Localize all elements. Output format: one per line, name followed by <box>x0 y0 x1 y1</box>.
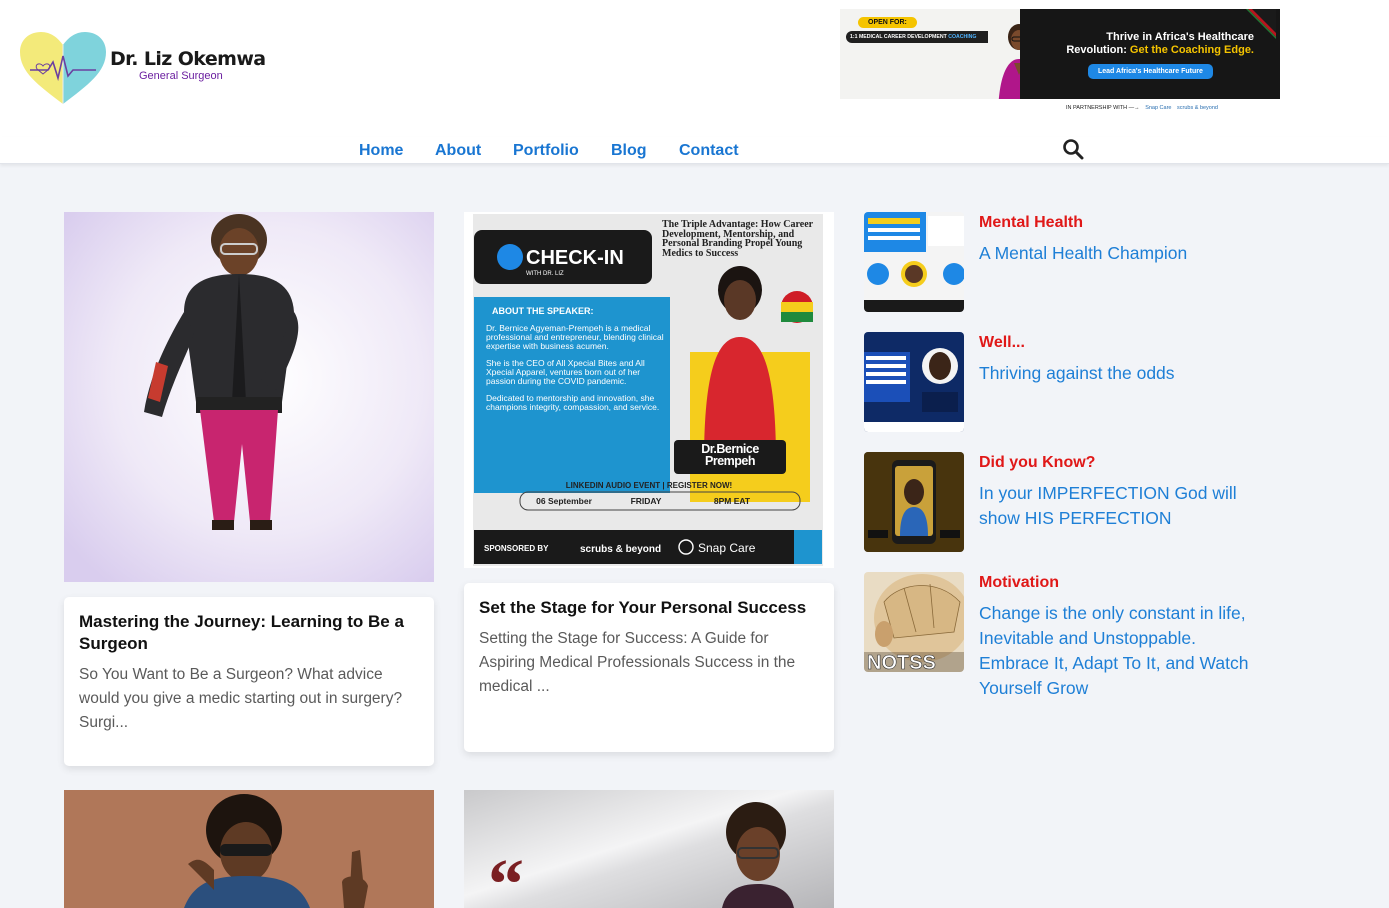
site-name: Dr. Liz Okemwa <box>110 48 266 70</box>
sidebar-post-1[interactable]: Mental Health A Mental Health Champion <box>864 212 1264 312</box>
odds-thumb-image <box>864 332 964 432</box>
kenya-flag-icon <box>1246 9 1276 39</box>
partner-scrubs: scrubs & beyond <box>1177 105 1218 111</box>
site-header: Dr. Liz Okemwa General Surgeon OPEN FOR:… <box>0 0 1389 137</box>
post-2-title[interactable]: Set the Stage for Your Personal Success <box>479 597 820 619</box>
post-2-image[interactable]: CHECK-IN WITH DR. LIZ The Triple Advanta… <box>464 212 834 568</box>
poster-brand-sub: WITH DR. LIZ <box>526 271 564 277</box>
sidebar-post-4[interactable]: NOTSS Motivation Change is the only cons… <box>864 572 1264 702</box>
post-4-image[interactable]: “ <box>464 790 834 908</box>
quote-portrait-image: “ <box>464 790 834 908</box>
nav-portfolio[interactable]: Portfolio <box>513 142 579 160</box>
poster-time: 8PM EAT <box>714 496 751 506</box>
banner-title-line2: Revolution: Get the Coaching Edge. <box>1066 44 1254 57</box>
banner-coaching-highlight: COACHING <box>948 34 977 40</box>
poster-sponsored-by: SPONSORED BY <box>484 544 549 553</box>
quote-mark: “ <box>488 844 524 908</box>
banner-partners: IN PARTNERSHIP WITH —→ Snap Care scrubs … <box>840 99 1280 119</box>
post-2-card[interactable]: Set the Stage for Your Personal Success … <box>464 583 834 752</box>
mental-health-thumb-image <box>864 212 964 312</box>
poster-about-p3: Dedicated to mentorship and innovation, … <box>486 393 660 412</box>
poster-headline: The Triple Advantage: How Career Develop… <box>662 220 813 259</box>
post-1-excerpt: So You Want to Be a Surgeon? What advice… <box>79 666 403 731</box>
banner-title: Thrive in Africa's Healthcare Revolution… <box>1066 31 1254 57</box>
coaching-banner-ad[interactable]: OPEN FOR: 1:1 MEDICAL CAREER DEVELOPMENT… <box>840 9 1280 119</box>
banner-coaching-prefix: 1:1 MEDICAL CAREER DEVELOPMENT <box>850 34 949 40</box>
banner-partnership-label: IN PARTNERSHIP WITH —→ <box>1066 105 1140 111</box>
nav-home[interactable]: Home <box>359 142 403 160</box>
banner-title-line1: Thrive in Africa's Healthcare <box>1106 31 1254 43</box>
sidebar-post-1-title[interactable]: A Mental Health Champion <box>979 241 1249 266</box>
poster-brand: CHECK-IN <box>526 247 624 269</box>
sidebar-post-4-category[interactable]: Motivation <box>979 574 1059 592</box>
sidebar-post-3-title[interactable]: In your IMPERFECTION God will show HIS P… <box>979 481 1249 531</box>
poster-about-p1: Dr. Bernice Agyeman-Prempeh is a medical… <box>486 323 664 351</box>
sidebar-thumb-text: NOTSS <box>867 652 936 672</box>
poster-about-heading: ABOUT THE SPEAKER: <box>492 306 594 316</box>
post-1-card[interactable]: Mastering the Journey: Learning to Be a … <box>64 597 434 766</box>
sidebar-post-3-category[interactable]: Did you Know? <box>979 454 1095 472</box>
surgeon-portrait-image <box>64 212 434 582</box>
banner-cta-button[interactable]: Lead Africa's Healthcare Future <box>1088 64 1213 79</box>
poster-date: 06 September <box>536 496 592 506</box>
banner-open-for: OPEN FOR: <box>858 17 917 28</box>
sidebar-post-4-thumb[interactable]: NOTSS <box>864 572 964 672</box>
sidebar-post-3-thumb[interactable] <box>864 452 964 552</box>
check-in-poster-image: CHECK-IN WITH DR. LIZ The Triple Advanta… <box>473 214 823 566</box>
main-nav: Home About Portfolio Blog Contact <box>0 137 1389 164</box>
site-subtitle: General Surgeon <box>139 70 223 82</box>
poster-sponsor2: Snap Care <box>698 541 756 555</box>
poster-event: LINKEDIN AUDIO EVENT | REGISTER NOW! <box>566 481 732 490</box>
poster-speaker: Dr.Bernice Prempeh <box>701 443 759 468</box>
sidebar-post-2-title[interactable]: Thriving against the odds <box>979 361 1249 386</box>
sidebar-post-1-category[interactable]: Mental Health <box>979 214 1083 232</box>
sidebar-post-2-category[interactable]: Well... <box>979 334 1025 352</box>
sidebar-post-4-title[interactable]: Change is the only constant in life, Ine… <box>979 601 1249 701</box>
banner-title-line2a: Revolution: <box>1066 44 1130 56</box>
heart-logo-icon <box>20 32 106 104</box>
sidebar-post-3[interactable]: Did you Know? In your IMPERFECTION God w… <box>864 452 1264 552</box>
site-logo[interactable]: Dr. Liz Okemwa General Surgeon <box>18 30 266 106</box>
pointing-portrait-image <box>64 790 434 908</box>
nav-about[interactable]: About <box>435 142 481 160</box>
sidebar-post-2[interactable]: Well... Thriving against the odds <box>864 332 1264 432</box>
poster-sponsor1: scrubs & beyond <box>580 544 661 555</box>
perfection-thumb-image <box>864 452 964 552</box>
sidebar-post-2-thumb[interactable] <box>864 332 964 432</box>
nav-blog[interactable]: Blog <box>611 142 647 160</box>
nav-contact[interactable]: Contact <box>679 142 739 160</box>
notss-thumb-image: NOTSS <box>864 572 964 672</box>
post-3-image[interactable] <box>64 790 434 908</box>
post-2-excerpt: Setting the Stage for Success: A Guide f… <box>479 630 796 695</box>
post-1-image[interactable] <box>64 212 434 582</box>
banner-coaching-label: 1:1 MEDICAL CAREER DEVELOPMENT COACHING <box>846 31 1006 43</box>
poster-about-p2: She is the CEO of All Xpecial Bites and … <box>486 358 645 386</box>
poster-day: FRIDAY <box>631 496 662 506</box>
sidebar-post-1-thumb[interactable] <box>864 212 964 312</box>
post-1-title[interactable]: Mastering the Journey: Learning to Be a … <box>79 611 420 655</box>
search-icon[interactable] <box>1062 138 1084 160</box>
banner-title-line2b: Get the Coaching Edge. <box>1129 44 1254 56</box>
partner-snapcare: Snap Care <box>1145 105 1172 111</box>
